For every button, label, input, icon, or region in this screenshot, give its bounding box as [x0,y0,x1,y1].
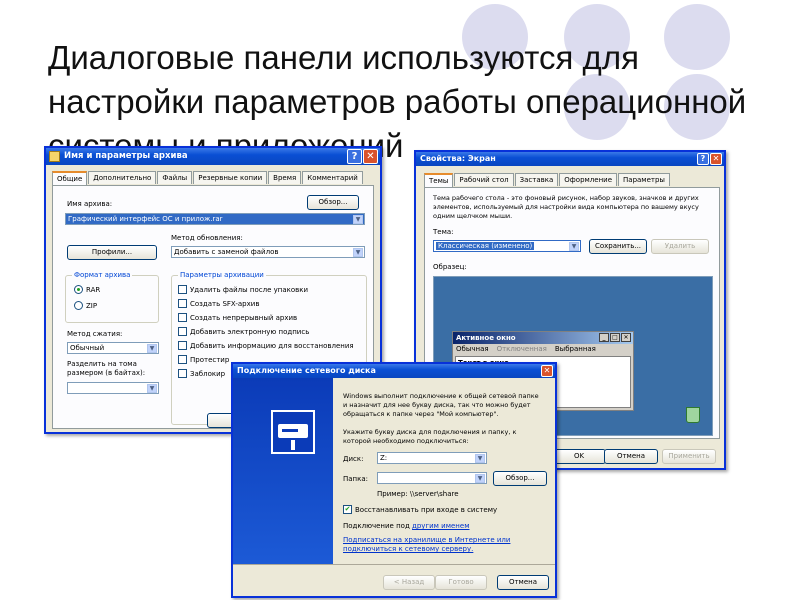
map-network-drive-dialog: Подключение сетевого диска ✕ Windows вып… [231,362,557,598]
folder-example: Пример: \\server\share [377,490,459,498]
folder-label: Папка: [343,475,369,483]
param-checkbox[interactable]: Заблокир [178,369,225,378]
ok-button[interactable]: OK [552,449,606,464]
tab-desktop[interactable]: Рабочий стол [454,173,514,186]
save-theme-button[interactable]: Сохранить... [589,239,647,254]
profiles-button[interactable]: Профили... [67,245,157,260]
drive-label: Диск: [343,455,364,463]
sample-label: Образец: [433,263,467,271]
tab-general[interactable]: Общие [52,171,88,185]
connect-as-link[interactable]: другим именем [412,522,469,530]
update-method-select[interactable]: Добавить с заменой файлов ▼ [171,246,365,258]
button-divider [233,564,555,565]
param-checkbox[interactable]: Создать SFX-архив [178,299,259,308]
split-label: Разделить на тома размером (в байтах): [67,360,146,377]
help-icon[interactable]: ? [697,153,709,165]
tab-settings[interactable]: Параметры [618,173,670,186]
themes-description: Тема рабочего стола - это фоновый рисуно… [433,194,699,220]
chevron-down-icon[interactable]: ▼ [475,474,485,483]
param-checkbox[interactable]: Создать непрерывный архив [178,313,297,322]
drive-select[interactable]: Z: ▼ [377,452,487,464]
close-icon[interactable]: ✕ [710,153,722,165]
folder-input[interactable]: ▼ [377,472,487,484]
close-icon: ✕ [621,333,631,342]
checkmark-icon: ✔ [343,505,352,514]
reconnect-checkbox[interactable]: ✔ Восстанавливать при входе в систему [343,505,497,514]
network-intro-text: Windows выполнит подключение к общей сет… [343,392,539,418]
browse-button[interactable]: Обзор... [307,195,359,210]
archive-dialog-title: Имя и параметры архива [64,151,188,161]
chevron-down-icon[interactable]: ▼ [353,248,363,257]
cancel-button[interactable]: Отмена [604,449,658,464]
apply-button[interactable]: Применить [662,449,716,464]
preview-menu-normal: Обычная [456,345,489,353]
network-dialog-titlebar[interactable]: Подключение сетевого диска ✕ [233,364,555,378]
network-instruction-text: Укажите букву диска для подключения и па… [343,428,517,445]
delete-theme-button[interactable]: Удалить [651,239,709,254]
help-icon[interactable]: ? [347,149,362,164]
display-dialog-title: Свойства: Экран [420,154,496,163]
compression-label: Метод сжатия: [67,330,123,338]
tab-time[interactable]: Время [268,171,302,184]
back-button[interactable]: < Назад [383,575,435,590]
preview-window-title: Активное окно [456,334,516,342]
tab-advanced[interactable]: Дополнительно [88,171,157,184]
tab-appearance[interactable]: Оформление [559,173,618,186]
connect-as-text: Подключение под другим именем [343,522,470,530]
chevron-down-icon[interactable]: ▼ [569,242,579,251]
chevron-down-icon[interactable]: ▼ [475,454,485,463]
preview-menu-selected: Выбранная [554,345,596,353]
network-drive-icon [271,410,315,454]
format-zip-radio[interactable]: ZIP [74,301,97,310]
tab-screensaver[interactable]: Заставка [514,173,559,186]
chevron-down-icon[interactable]: ▼ [353,215,363,224]
close-icon[interactable]: ✕ [541,365,553,377]
compression-select[interactable]: Обычный ▼ [67,342,159,354]
format-rar-radio[interactable]: RAR [74,285,100,294]
update-method-label: Метод обновления: [171,234,243,242]
archive-format-group: Формат архива RAR ZIP [65,271,159,323]
preview-menu-disabled: Отключенная [496,345,547,353]
display-dialog-titlebar[interactable]: Свойства: Экран ? ✕ [416,152,724,166]
network-dialog-title: Подключение сетевого диска [237,366,376,375]
signup-link[interactable]: Подписаться на хранилище в Интернете или… [343,536,519,554]
recycle-bin-icon [686,407,700,423]
archive-name-input[interactable]: Графический интерфейс ОС и прилож.rar ▼ [65,213,365,225]
minimize-icon: _ [599,333,609,342]
tab-backup[interactable]: Резервные копии [193,171,268,184]
chevron-down-icon[interactable]: ▼ [147,344,157,353]
tab-files[interactable]: Файлы [157,171,193,184]
wizard-sidebar [233,378,333,564]
param-checkbox[interactable]: Протестир [178,355,229,364]
chevron-down-icon[interactable]: ▼ [147,384,157,393]
split-size-select[interactable]: ▼ [67,382,159,394]
tab-comment[interactable]: Комментарий [302,171,363,184]
param-checkbox[interactable]: Удалить файлы после упаковки [178,285,308,294]
archive-dialog-titlebar[interactable]: Имя и параметры архива ? ✕ [46,148,380,165]
cancel-button[interactable]: Отмена [497,575,549,590]
param-checkbox[interactable]: Добавить электронную подпись [178,327,309,336]
theme-select[interactable]: Классическая (изменено) ▼ [433,240,581,252]
tab-themes[interactable]: Темы [424,173,454,187]
archive-name-label: Имя архива: [67,200,113,208]
finish-button[interactable]: Готово [435,575,487,590]
archive-app-icon [49,151,60,162]
maximize-icon: □ [610,333,620,342]
theme-label: Тема: [433,228,454,236]
close-icon[interactable]: ✕ [363,149,378,164]
param-checkbox[interactable]: Добавить информацию для восстановления [178,341,354,350]
browse-button[interactable]: Обзор... [493,471,547,486]
